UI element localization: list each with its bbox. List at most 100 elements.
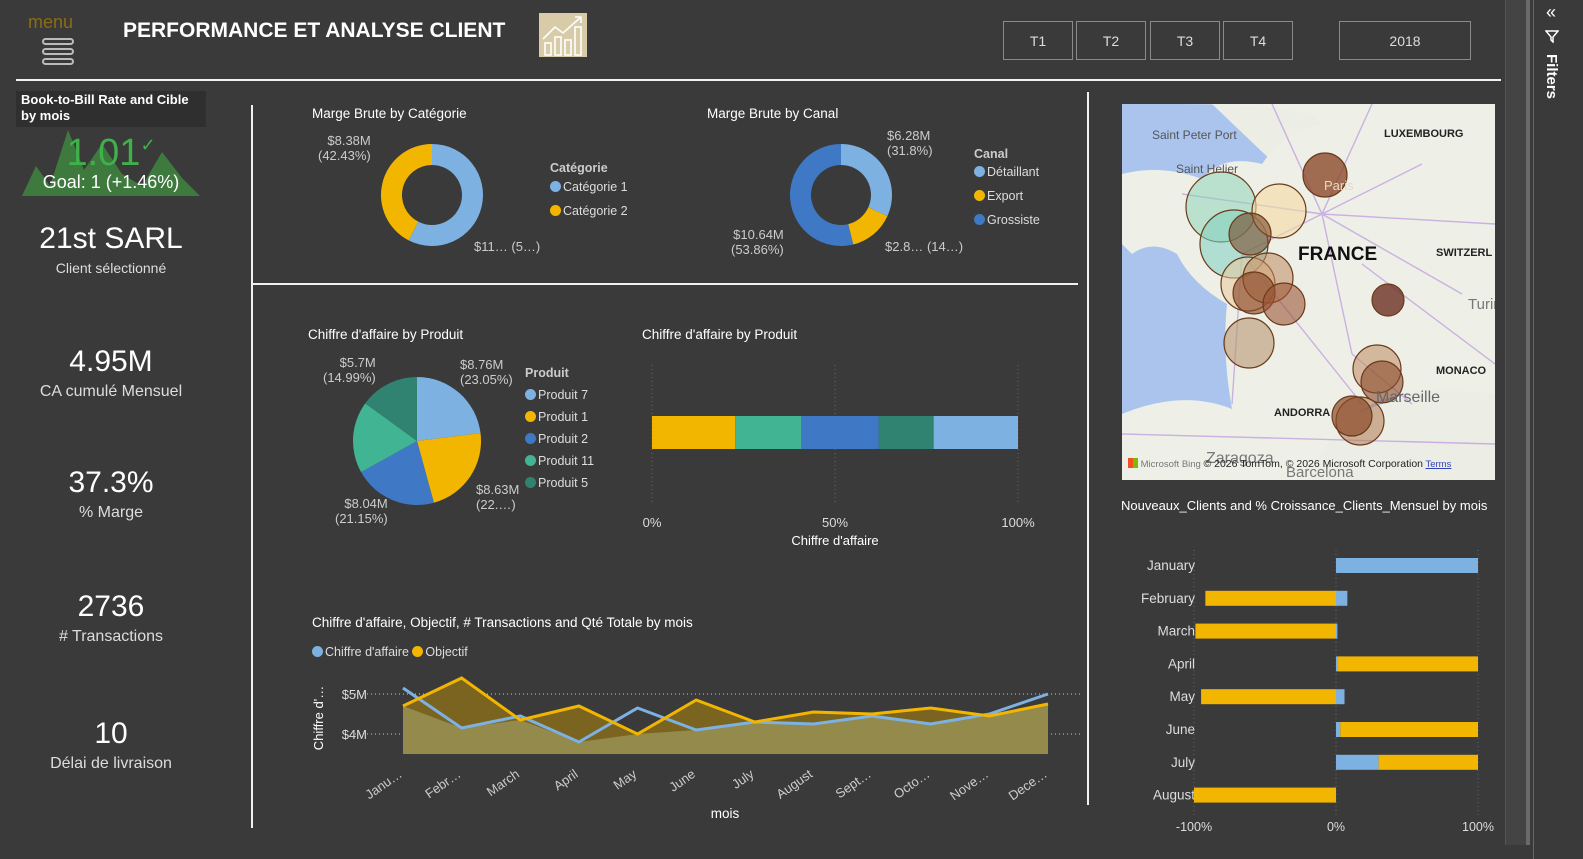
book-to-bill-goal: Goal: 1 (+1.46%) [42,172,180,192]
filters-pane[interactable]: « Filters [1533,0,1568,859]
x-tick-label: 100% [1001,515,1035,530]
bar-croissance[interactable] [1201,689,1336,705]
line-chart[interactable]: $4M $5M Janu… Febr… March April May June July Aug… [300,670,1080,830]
pie-label-produit-1: $8.63M (22.…) [476,482,520,512]
legend-item[interactable]: Détaillant [974,165,1040,179]
x-tick-label: Febr… [422,766,463,801]
quarter-t2-button[interactable]: T2 [1076,21,1146,60]
y-tick-label: February [1141,591,1195,606]
map-bubble[interactable] [1223,317,1275,369]
hamburger-menu-icon[interactable] [42,38,74,68]
donut-categorie-chart[interactable] [380,143,484,247]
donut-canal-chart[interactable] [789,143,893,247]
bar-nouveaux-clients[interactable] [1336,656,1338,672]
stacked-bar-chart[interactable]: 0% 50% 100% Chiffre d'affaire [640,360,1040,550]
bar-segment-produit-2[interactable] [801,416,879,449]
legend-item[interactable]: Produit 1 [525,410,594,424]
legend-item[interactable]: Export [974,189,1040,203]
book-to-bill-value: 1.01✓ [66,132,156,174]
legend-item[interactable]: Catégorie 2 [550,204,628,218]
bar-croissance[interactable] [1340,722,1478,737]
donut-canal-legend: Canal Détaillant Export Grossiste [974,147,1040,227]
bar-segment-produit-5[interactable] [878,416,934,449]
legend-item[interactable]: Grossiste [974,213,1040,227]
legend-item[interactable]: Catégorie 1 [550,180,628,194]
bar-nouveaux-clients[interactable] [1336,590,1348,606]
x-tick-label: Sept… [833,766,874,801]
bar-croissance[interactable] [1195,623,1336,639]
bar-nouveaux-clients[interactable] [1336,623,1338,639]
donut-slice-détaillant[interactable] [841,144,892,217]
bar-segment-produit-7[interactable] [933,416,1018,449]
y-tick-label: January [1147,558,1195,573]
x-tick-label: August [773,766,815,802]
kpi-client: 21st SARL Client sélectionné [39,222,183,276]
menu-label: menu [28,12,74,32]
map-bubble[interactable] [1331,395,1373,437]
collapse-chevrons-icon[interactable]: « [1534,2,1568,23]
donut-canal-label-detaillant: $6.28M (31.8%) [887,128,933,158]
hbar-title: Nouveaux_Clients and % Croissance_Client… [1121,498,1488,513]
map-label: LUXEMBOURG [1384,128,1464,140]
x-tick-label: 0% [1327,820,1345,834]
bar-nouveaux-clients[interactable] [1336,558,1478,573]
bar-croissance[interactable] [1205,590,1336,606]
quarter-t1-button[interactable]: T1 [1003,21,1073,60]
bar-segment-produit-11[interactable] [735,416,802,449]
x-tick-label: Nove… [947,766,991,803]
map-bubble[interactable] [1228,212,1272,256]
bar-croissance[interactable] [1194,787,1336,803]
bar-nouveaux-clients[interactable] [1336,754,1379,770]
quarter-t4-button[interactable]: T4 [1223,21,1293,60]
legend-item[interactable]: Chiffre d'affaire [312,645,409,659]
right-divider [1087,92,1089,805]
x-tick-label: May [611,766,640,793]
map-label: Saint Peter Port [1152,128,1237,142]
line-chart-legend: Chiffre d'affaire Objectif [312,645,468,659]
legend-item[interactable]: Produit 11 [525,454,594,468]
bar-croissance[interactable] [1337,656,1478,672]
pie-produit-chart[interactable] [352,376,482,506]
bar-nouveaux-clients[interactable] [1336,689,1345,705]
y-tick-label: March [1157,624,1195,639]
map-bubble[interactable] [1371,283,1405,317]
y-tick-label: $4M [342,727,367,742]
kpi-transactions: 2736 # Transactions [58,590,164,645]
x-tick-label: Janu… [362,766,404,802]
x-tick-label: Octo… [891,766,933,801]
bar-croissance[interactable] [1378,754,1478,770]
y-tick-label: $5M [342,687,367,702]
x-tick-label: June [666,766,698,794]
map-terms-link[interactable]: Terms [1425,459,1451,470]
map-label: Turin [1468,296,1495,313]
donut-canal-label-grossiste: $10.64M (53.86%) [731,227,784,257]
map-label: FRANCE [1298,244,1378,265]
x-tick-label: March [484,766,522,799]
pie-produit-title: Chiffre d'affaire by Produit [308,327,464,342]
bar-nouveaux-clients[interactable] [1336,722,1341,737]
year-button[interactable]: 2018 [1339,21,1471,60]
hbar-chart[interactable]: -100% 0% 100% January February March April May J… [1100,545,1510,840]
map-label: SWITZERL [1436,247,1493,259]
legend-item[interactable]: Produit 5 [525,476,594,490]
map-visual[interactable]: Saint Peter Port Saint Helier Paris LUXE… [1122,104,1495,480]
map-bubble[interactable] [1262,282,1306,326]
map-label: MONACO [1436,365,1487,377]
quarter-t3-button[interactable]: T3 [1150,21,1220,60]
donut-canal-label-export: $2.8… (14…) [885,239,964,254]
bar-segment-produit-1[interactable] [652,416,736,449]
bing-logo-icon [1128,458,1138,468]
kpi-marge: 37.3%% Marge [68,466,154,521]
map-label: Marseille [1376,389,1441,406]
stacked-bar-title: Chiffre d'affaire by Produit [642,327,798,342]
book-to-bill-title: Book-to-Bill Rate and Cible by mois [16,91,206,127]
x-axis-title: Chiffre d'affaire [791,533,878,548]
donut-categorie-label-2: $8.38M (42.43%) [318,133,371,163]
donut-categorie-title: Marge Brute by Catégorie [312,106,467,121]
legend-item[interactable]: Objectif [412,645,468,659]
y-tick-label: April [1168,656,1195,671]
x-tick-label: 0% [643,515,662,530]
legend-item[interactable]: Produit 7 [525,388,594,402]
y-tick-label: August [1153,788,1195,803]
legend-item[interactable]: Produit 2 [525,432,594,446]
